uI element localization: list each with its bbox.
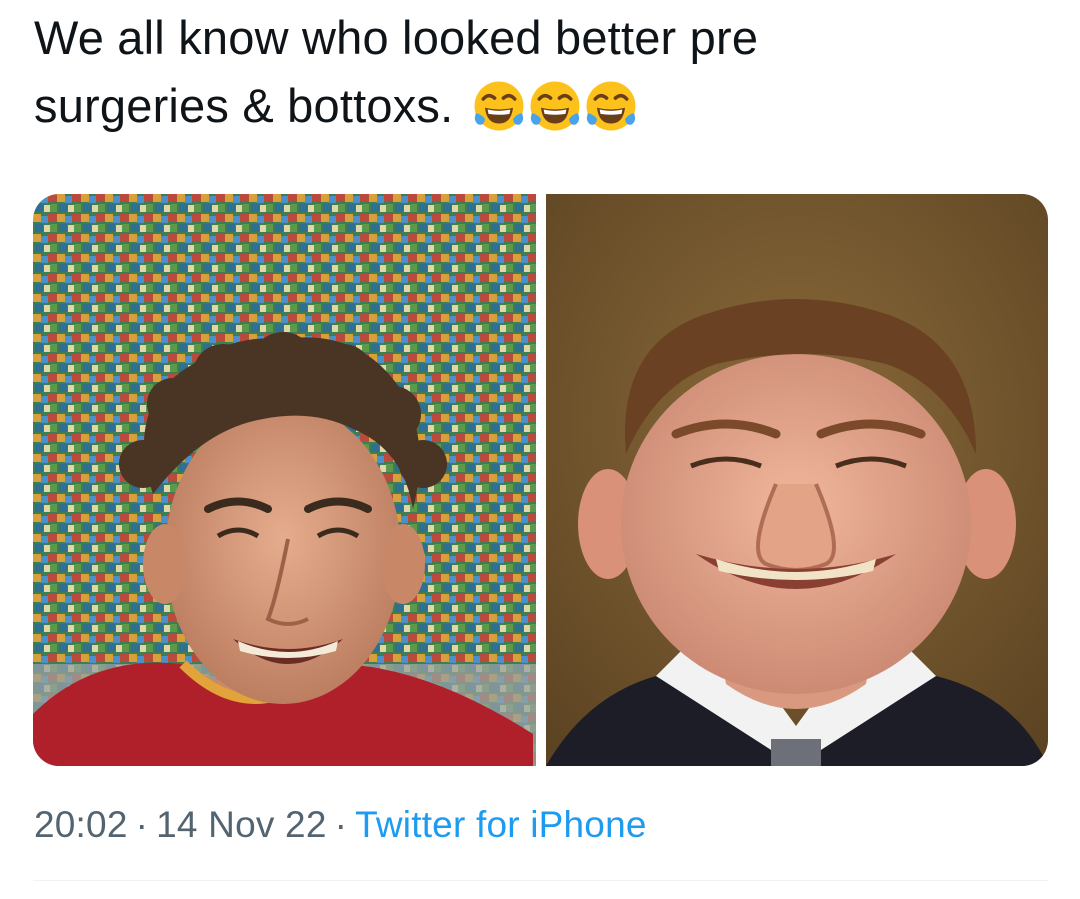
face-with-tears-of-joy-icon bbox=[586, 81, 636, 131]
meta-separator: · bbox=[334, 804, 348, 845]
photo-young-man-short-hair-suit bbox=[546, 194, 1048, 766]
tweet-source-link[interactable]: Twitter for iPhone bbox=[355, 804, 647, 845]
tweet-meta: 20:02 · 14 Nov 22 · Twitter for iPhone bbox=[34, 800, 647, 850]
photo-young-man-curly-hair-red-jersey bbox=[33, 194, 536, 766]
divider bbox=[33, 880, 1048, 881]
tweet-time[interactable]: 20:02 bbox=[34, 804, 128, 845]
face-with-tears-of-joy-icon bbox=[474, 81, 524, 131]
photo-left[interactable] bbox=[33, 194, 536, 766]
face-with-tears-of-joy-icon bbox=[530, 81, 580, 131]
tweet-text: We all know who looked better pre surger… bbox=[34, 4, 1034, 152]
photo-right[interactable] bbox=[546, 194, 1048, 766]
tweet-text-line-1: We all know who looked better pre bbox=[34, 11, 759, 64]
tweet-media-grid[interactable] bbox=[33, 194, 1048, 766]
tweet-text-line-2: surgeries & bottoxs. bbox=[34, 72, 1034, 152]
tweet-text-line-2-text: surgeries & bottoxs. bbox=[34, 79, 454, 132]
emoji-row bbox=[471, 78, 639, 152]
meta-separator: · bbox=[135, 804, 149, 845]
tweet-date[interactable]: 14 Nov 22 bbox=[156, 804, 326, 845]
